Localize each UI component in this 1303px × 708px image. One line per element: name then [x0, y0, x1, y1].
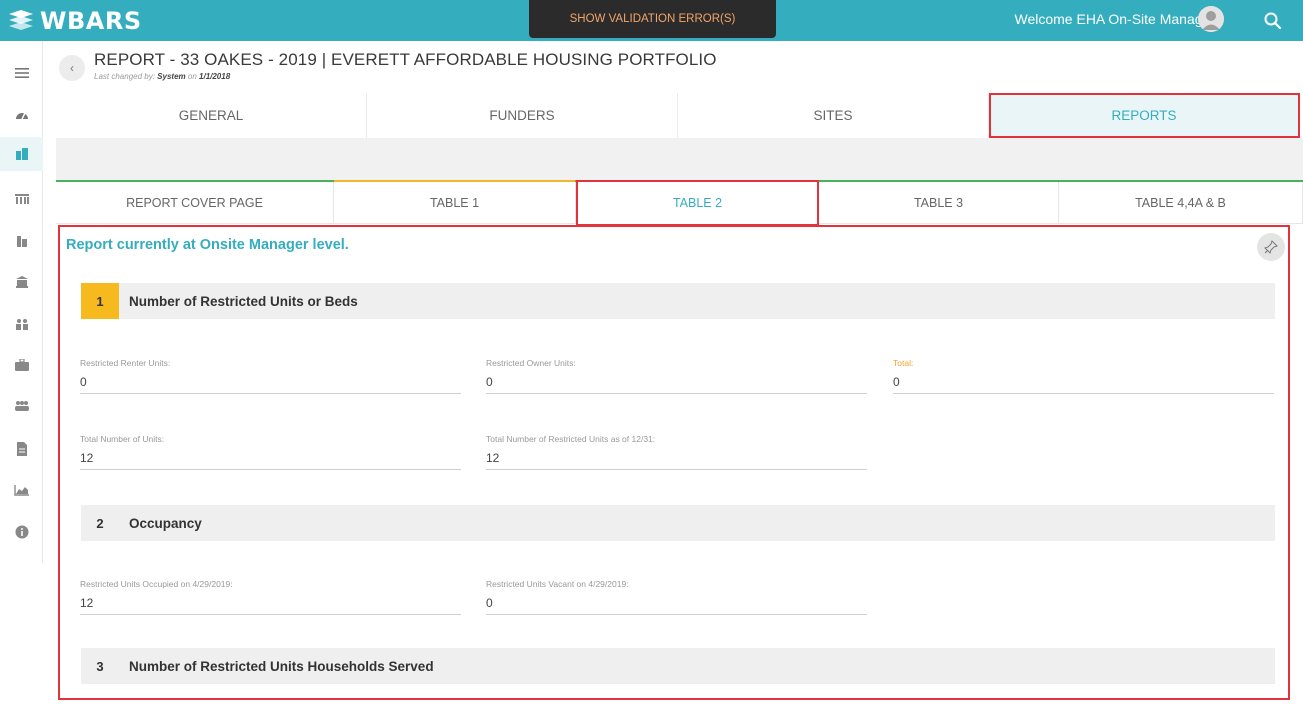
pin-icon — [1264, 240, 1278, 254]
section-header: 2 Occupancy — [81, 505, 1275, 541]
total-number-of-units-field[interactable]: Total Number of Units: 12 — [80, 434, 461, 470]
section-number-badge: 3 — [96, 658, 104, 674]
field-label: Restricted Owner Units: — [486, 358, 576, 368]
field-value: 0 — [80, 375, 87, 389]
logo-mark-icon — [9, 10, 33, 30]
report-level-text: Report currently at Onsite Manager level… — [66, 237, 349, 253]
field-label: Total Number of Restricted Units as of 1… — [486, 434, 656, 444]
restricted-units-vacant-field[interactable]: Restricted Units Vacant on 4/29/2019: 0 — [486, 579, 867, 615]
field-value: 12 — [486, 451, 500, 465]
field-value: 0 — [893, 375, 900, 389]
back-button[interactable]: ‹ — [59, 55, 85, 81]
page-title: REPORT - 33 OAKES - 2019 | EVERETT AFFOR… — [94, 50, 717, 69]
field-value: 0 — [486, 375, 493, 389]
restricted-units-occupied-field[interactable]: Restricted Units Occupied on 4/29/2019: … — [80, 579, 461, 615]
tab-sites[interactable]: SITES — [678, 93, 989, 138]
chevron-left-icon: ‹ — [70, 61, 74, 75]
tab-table-3[interactable]: TABLE 3 — [819, 182, 1059, 224]
logo-text: WBARS — [40, 7, 142, 35]
section-title: Number of Restricted Units or Beds — [129, 293, 358, 309]
tab-general[interactable]: GENERAL — [56, 93, 367, 138]
section-title: Number of Restricted Units Households Se… — [129, 658, 434, 674]
tab-reports[interactable]: REPORTS — [989, 93, 1300, 138]
section-header: 1 Number of Restricted Units or Beds — [81, 283, 1275, 319]
restricted-renter-units-field[interactable]: Restricted Renter Units: 0 — [80, 358, 461, 394]
tab-funders[interactable]: FUNDERS — [367, 93, 678, 138]
field-value: 0 — [486, 596, 493, 610]
pin-button[interactable] — [1257, 233, 1285, 261]
document-icon[interactable] — [0, 432, 43, 466]
table-2-panel: Report currently at Onsite Manager level… — [58, 225, 1290, 700]
info-icon[interactable] — [0, 515, 43, 549]
last-changed-prefix: Last changed by: — [94, 72, 155, 81]
show-validation-errors-button[interactable]: SHOW VALIDATION ERROR(S) — [529, 0, 776, 38]
bank-icon[interactable] — [0, 265, 43, 299]
field-label: Total: — [893, 358, 914, 368]
properties-icon[interactable] — [0, 137, 43, 171]
field-label: Total Number of Units: — [80, 434, 165, 444]
menu-icon[interactable] — [0, 56, 43, 90]
total-restricted-units-field[interactable]: Total Number of Restricted Units as of 1… — [486, 434, 867, 470]
search-icon[interactable] — [1262, 10, 1284, 32]
field-value: 12 — [80, 451, 94, 465]
people-icon[interactable] — [0, 389, 43, 423]
last-changed-info: Last changed by: System on 1/1/2018 — [94, 72, 230, 81]
buildings-icon[interactable] — [0, 224, 43, 258]
briefcase-icon[interactable] — [0, 348, 43, 382]
last-changed-date: 1/1/2018 — [199, 72, 231, 81]
section-title: Occupancy — [129, 515, 202, 531]
report-sub-tabs: REPORT COVER PAGE TABLE 1 TABLE 2 TABLE … — [56, 180, 1303, 226]
tab-table-4[interactable]: TABLE 4,4A & B — [1059, 182, 1303, 224]
users-group-icon[interactable] — [0, 307, 43, 341]
user-avatar-icon — [1198, 6, 1224, 32]
chart-icon[interactable] — [0, 473, 43, 507]
total-units-field: Total: 0 — [893, 358, 1274, 394]
field-value: 12 — [80, 596, 94, 610]
tab-table-2[interactable]: TABLE 2 — [576, 180, 819, 226]
dashboard-icon[interactable] — [0, 98, 43, 132]
last-changed-user: System — [157, 72, 186, 81]
avatar[interactable] — [1198, 6, 1224, 32]
logo[interactable]: WBARS — [6, 6, 142, 36]
tab-table-1[interactable]: TABLE 1 — [334, 180, 576, 224]
welcome-text: Welcome EHA On-Site Manager — [1014, 11, 1216, 27]
tab-report-cover-page[interactable]: REPORT COVER PAGE — [56, 182, 334, 224]
toolbar-band — [56, 138, 1303, 180]
field-label: Restricted Units Vacant on 4/29/2019: — [486, 579, 629, 589]
sidebar — [0, 41, 43, 563]
field-label: Restricted Units Occupied on 4/29/2019: — [80, 579, 233, 589]
section-header: 3 Number of Restricted Units Households … — [81, 648, 1275, 684]
last-changed-on: on — [187, 72, 197, 81]
restricted-owner-units-field[interactable]: Restricted Owner Units: 0 — [486, 358, 867, 394]
main-tabs: GENERAL FUNDERS SITES REPORTS — [56, 93, 1300, 138]
top-bar: WBARS SHOW VALIDATION ERROR(S) Welcome E… — [0, 0, 1303, 41]
portfolio-icon[interactable] — [0, 182, 43, 216]
section-number-badge: 1 — [81, 283, 119, 319]
field-label: Restricted Renter Units: — [80, 358, 171, 368]
scrollbar[interactable] — [1289, 269, 1290, 359]
section-number-badge: 2 — [96, 515, 104, 531]
